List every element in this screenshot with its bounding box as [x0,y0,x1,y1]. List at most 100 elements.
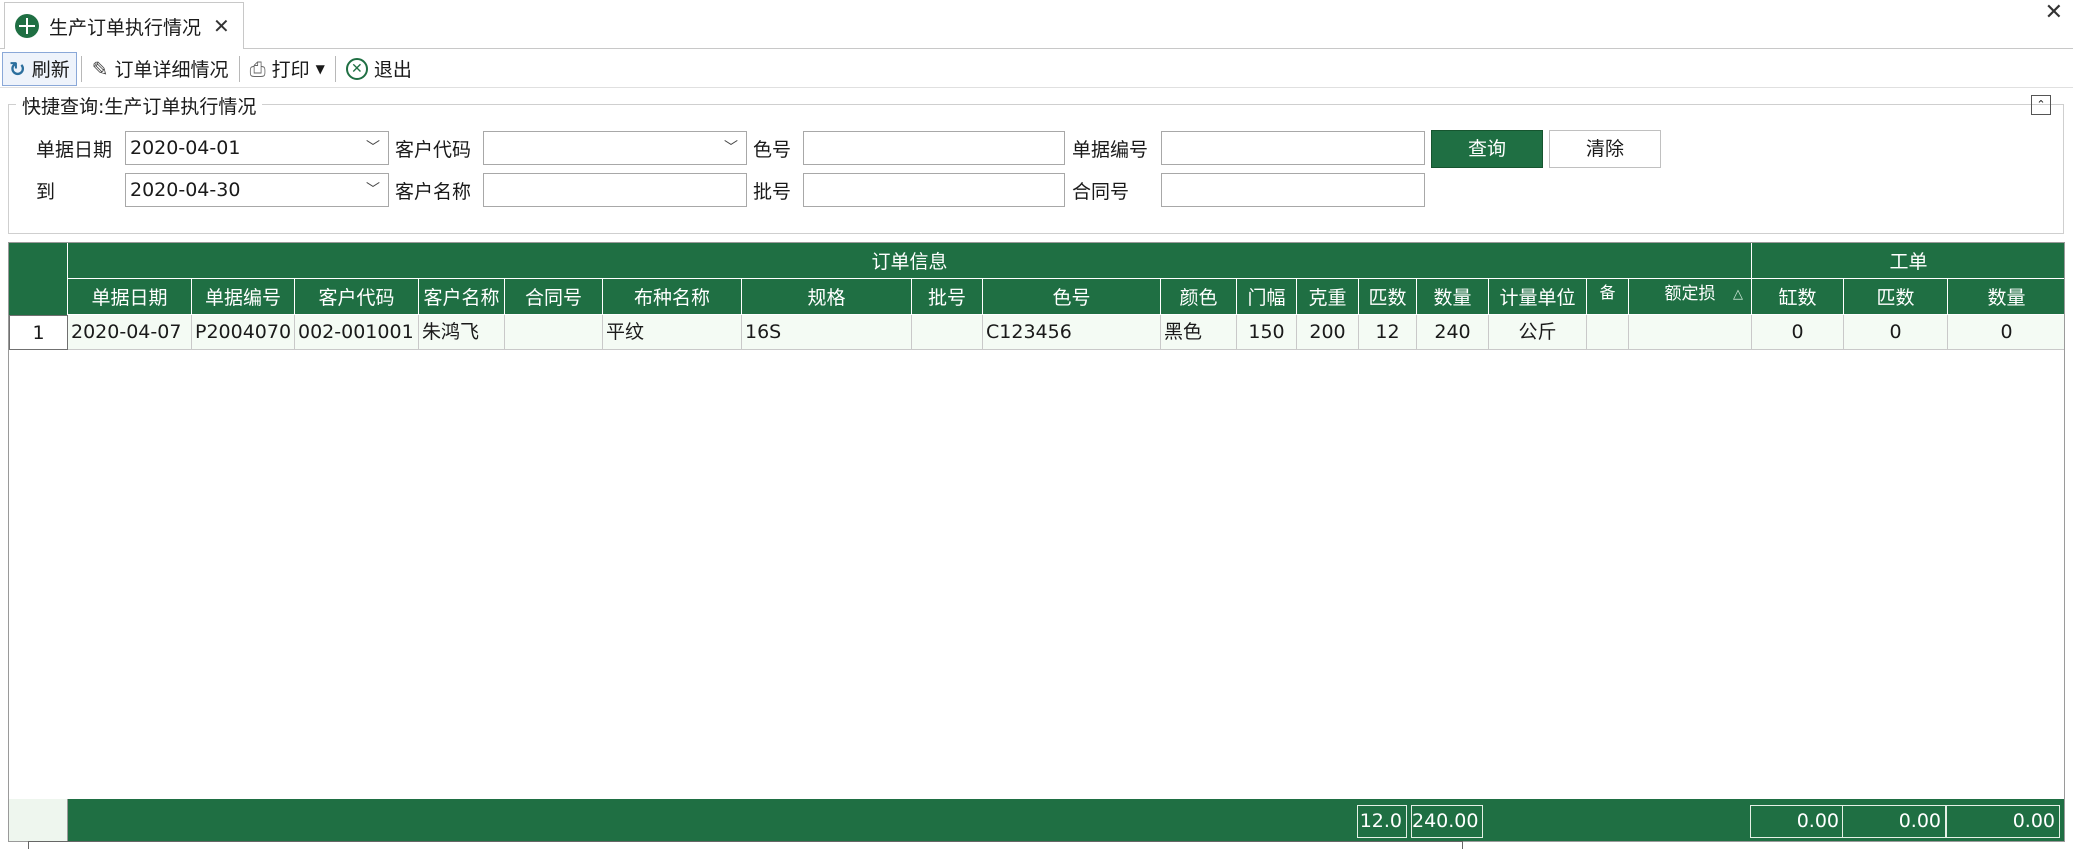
column-header[interactable]: 计量单位 [1489,279,1587,315]
quick-query-title: 快捷查询:生产订单执行情况 [16,92,263,119]
table-cell[interactable] [912,315,983,350]
table-cell[interactable]: 0 [1752,315,1844,350]
column-header[interactable]: 数量 [1417,279,1489,315]
total-pieces: 12.0 [1357,805,1407,838]
table-cell[interactable]: 12 [1359,315,1417,350]
batch-input[interactable] [803,173,1065,207]
table-cell[interactable]: 朱鸿飞 [419,315,505,350]
column-header[interactable]: 匹数 [1844,279,1948,315]
tab-close-icon[interactable]: ✕ [213,14,230,38]
exit-button[interactable]: ✕ 退出 [340,52,418,86]
total-work-qty: 0.00 [1946,805,2060,838]
printer-icon: ⎙ [249,56,266,81]
row-number[interactable]: 1 [9,315,68,350]
column-header[interactable]: 单据编号 [192,279,295,315]
tab-bar: 生产订单执行情况 ✕ ✕ [0,0,2073,49]
column-header[interactable]: 备 [1587,279,1629,315]
date-from-value: 2020-04-01 [130,137,241,159]
column-header[interactable]: 客户代码 [295,279,419,315]
collapse-icon[interactable]: ⌃ [2031,95,2051,115]
table-cell[interactable]: 150 [1237,315,1297,350]
table-cell[interactable] [1629,315,1752,350]
column-header[interactable]: 客户名称 [419,279,505,315]
column-header[interactable]: 批号 [912,279,983,315]
window-close-icon[interactable]: ✕ [2045,0,2063,25]
table-cell[interactable]: 2020-04-07 [68,315,192,350]
table-cell[interactable]: 0 [1844,315,1948,350]
to-label: 到 [36,181,56,203]
color-no-input[interactable] [803,131,1065,165]
date-to-value: 2020-04-30 [130,179,241,201]
table-cell[interactable]: P2004070 [192,315,295,350]
grid-footer-totals: 12.0 240.00 0.00 0.00 0.00 [9,799,2064,841]
column-header-label: 额定损 [1664,284,1716,304]
table-cell[interactable]: 0 [1948,315,2064,350]
toolbar-separator [238,55,240,82]
table-cell[interactable]: 002-001001 [295,315,419,350]
chevron-down-icon[interactable]: ﹀ [724,132,738,164]
edit-icon: ✎ [91,56,109,81]
date-label: 单据日期 [36,139,113,161]
column-header[interactable]: 匹数 [1359,279,1417,315]
customer-name-label: 客户名称 [395,181,472,203]
order-grid: 订单信息 工单 单据日期 单据编号 客户代码 客户名称 合同号 布种名称 规格 … [8,242,2065,842]
chevron-down-icon[interactable]: ▼ [316,62,325,76]
chevron-down-icon[interactable]: ﹀ [366,174,380,206]
date-to-picker[interactable]: 2020-04-30 ﹀ [125,173,389,207]
customer-code-select[interactable]: ﹀ [483,131,747,165]
customer-name-input[interactable] [483,173,747,207]
column-header[interactable]: 门幅 [1237,279,1297,315]
total-qty: 240.00 [1411,805,1483,838]
doc-no-label: 单据编号 [1072,139,1149,161]
batch-label: 批号 [753,181,792,203]
column-header[interactable]: 颜色 [1161,279,1237,315]
order-detail-button[interactable]: ✎ 订单详细情况 [86,52,235,86]
sort-ascending-icon: △ [1733,287,1743,302]
column-header[interactable]: 克重 [1297,279,1359,315]
table-cell[interactable]: 240 [1417,315,1489,350]
order-detail-label: 订单详细情况 [114,59,229,81]
clear-button[interactable]: 清除 [1549,130,1661,168]
query-button[interactable]: 查询 [1431,130,1543,168]
toolbar-separator [334,55,336,82]
group-header-order-info: 订单信息 [68,243,1752,279]
column-header[interactable]: 单据日期 [68,279,192,315]
column-header-sorted[interactable]: 额定损 △ [1629,279,1752,315]
table-cell[interactable]: 黑色 [1161,315,1237,350]
footer-corner [9,799,68,841]
toolbar: ↻ 刷新 ✎ 订单详细情况 ⎙ 打印 ▼ ✕ 退出 [0,50,2073,88]
contract-input[interactable] [1161,173,1425,207]
color-no-label: 色号 [753,139,792,161]
tab-label: 生产订单执行情况 [49,16,202,39]
print-button[interactable]: ⎙ 打印 ▼ [244,52,331,86]
horizontal-scrollbar[interactable] [28,841,1463,849]
refresh-icon: ↻ [9,56,26,81]
tab-production-order-status[interactable]: 生产订单执行情况 ✕ [4,2,244,49]
column-header[interactable]: 缸数 [1752,279,1844,315]
contract-label: 合同号 [1072,181,1130,203]
column-header[interactable]: 规格 [742,279,912,315]
grid-corner [9,243,68,315]
table-cell[interactable]: C123456 [983,315,1161,350]
column-header[interactable]: 布种名称 [603,279,742,315]
date-from-picker[interactable]: 2020-04-01 ﹀ [125,131,389,165]
doc-no-input[interactable] [1161,131,1425,165]
table-cell[interactable]: 200 [1297,315,1359,350]
column-header[interactable]: 数量 [1948,279,2064,315]
table-cell[interactable]: 16S [742,315,912,350]
print-label: 打印 [271,59,310,81]
column-header[interactable]: 合同号 [505,279,603,315]
refresh-label: 刷新 [31,59,70,81]
group-header-work-order: 工单 [1752,243,2064,279]
total-vats: 0.00 [1750,805,1844,838]
exit-label: 退出 [373,59,412,81]
globe-icon [15,14,39,38]
table-cell[interactable] [505,315,603,350]
refresh-button[interactable]: ↻ 刷新 [2,51,77,86]
table-cell[interactable] [1587,315,1629,350]
chevron-down-icon[interactable]: ﹀ [366,132,380,164]
total-work-pieces: 0.00 [1842,805,1946,838]
table-cell[interactable]: 平纹 [603,315,742,350]
table-cell[interactable]: 公斤 [1489,315,1587,350]
column-header[interactable]: 色号 [983,279,1161,315]
